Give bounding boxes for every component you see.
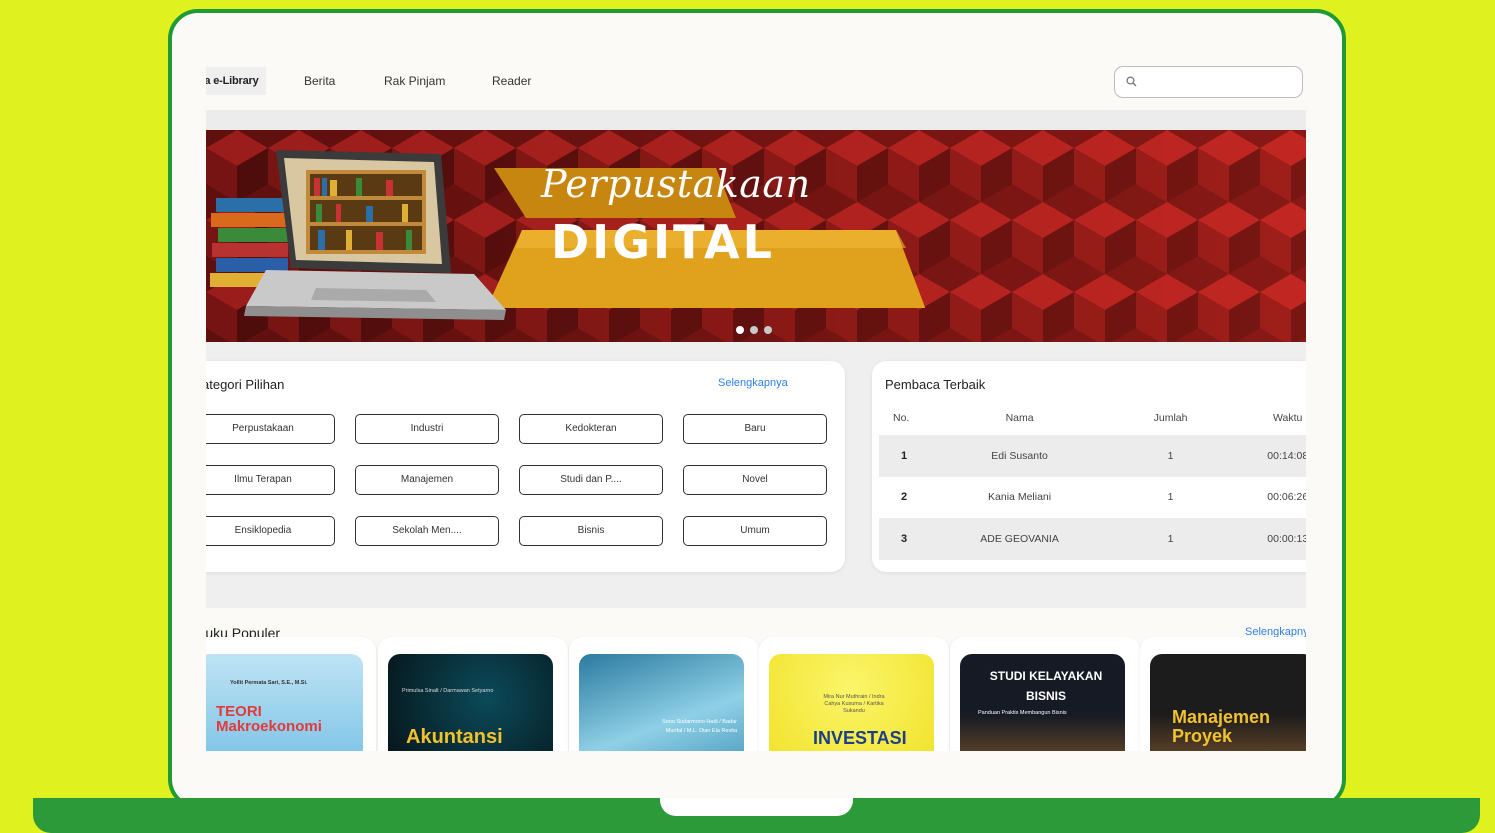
book-cover[interactable]: Primulsa Sinalt / Darmawan Setyarno Akun… (388, 654, 553, 751)
book-title: Akuntansi (406, 726, 503, 748)
col-header-no: No. (893, 412, 910, 424)
carousel-indicators (736, 326, 772, 334)
kategori-card: ategori Pilihan Selengkapnya Perpustakaa… (206, 361, 845, 572)
cell-waktu: 00:00:13 (1243, 518, 1306, 560)
table-header-row: No. Nama Jumlah Waktu (879, 401, 1306, 435)
category-button[interactable]: Industri (355, 414, 499, 444)
kategori-more-link[interactable]: Selengkapnya (718, 377, 788, 389)
table-row: 1 Edi Susanto 1 00:14:08 (879, 435, 1306, 477)
category-button[interactable]: Sekolah Men.... (355, 516, 499, 546)
col-header-nama: Nama (1005, 412, 1034, 424)
category-button[interactable]: Umum (683, 516, 827, 546)
nav-divider-band (206, 110, 1306, 130)
book-author: Yollit Permata Sari, S.E., M.Si. (230, 680, 308, 686)
book-author: Sono Sudarmono Hadi / Badar Murifal / M.… (662, 719, 737, 734)
hero-script-text: Perpustakaan (541, 162, 811, 206)
book-author: Panduan Praktis Membangun Bisnis (978, 710, 1067, 716)
laptop-bookshelf-illustration (210, 150, 506, 320)
category-button[interactable]: Novel (683, 465, 827, 495)
category-button[interactable]: Manajemen (355, 465, 499, 495)
book-cover[interactable]: Manajemen Proyek (1150, 654, 1306, 751)
cell-jumlah: 1 (1167, 491, 1174, 504)
book-title: Manajemen Proyek (1172, 707, 1271, 746)
book-title: TEORI Makroekonomi (216, 703, 322, 735)
search-input[interactable] (1114, 66, 1303, 98)
category-button[interactable]: Ensiklopedia (206, 516, 335, 546)
cell-nama: Kania Meliani (988, 491, 1052, 504)
carousel-dot-3[interactable] (764, 326, 772, 334)
category-button[interactable]: Ilmu Terapan (206, 465, 335, 495)
laptop-screen-frame: ana e-Library Berita Rak Pinjam Reader (168, 9, 1346, 809)
web-page: ana e-Library Berita Rak Pinjam Reader (206, 61, 1306, 751)
cell-waktu: 00:14:08 (1243, 435, 1306, 477)
cell-jumlah: 1 (1097, 518, 1244, 560)
cell-jumlah: 1 (1097, 435, 1244, 477)
top-navbar: ana e-Library Berita Rak Pinjam Reader (206, 61, 1306, 109)
category-button[interactable]: Perpustakaan (206, 414, 335, 444)
cell-nama: Edi Susanto (941, 435, 1098, 477)
laptop-base (33, 798, 1480, 833)
carousel-dot-1[interactable] (736, 326, 744, 334)
category-button[interactable]: Baru (683, 414, 827, 444)
laptop-notch (660, 798, 853, 816)
table-row: 2 Kania Meliani 1 00:06:26 (879, 477, 1306, 519)
category-button[interactable]: Bisnis (519, 516, 663, 546)
col-header-jumlah: Jumlah (1153, 412, 1188, 424)
cell-no: 2 (901, 491, 908, 504)
book-title: INVESTASI (813, 728, 907, 748)
category-button[interactable]: Studi dan P.... (519, 465, 663, 495)
nav-link-berita[interactable]: Berita (304, 74, 335, 88)
nav-link-rak-pinjam[interactable]: Rak Pinjam (384, 74, 445, 88)
book-author: Primulsa Sinalt / Darmawan Setyarno (402, 688, 494, 694)
book-cover[interactable]: Yollit Permata Sari, S.E., M.Si. TEORI M… (206, 654, 363, 751)
book-cover[interactable]: Sono Sudarmono Hadi / Badar Murifal / M.… (579, 654, 744, 751)
search-icon (1126, 76, 1137, 87)
col-header-waktu: Waktu (1273, 412, 1303, 424)
top-readers-table: No. Nama Jumlah Waktu 1 Edi Susanto 1 00… (879, 401, 1306, 560)
book-cover[interactable]: STUDI KELAYAKAN BISNIS Panduan Praktis M… (960, 654, 1125, 751)
hero-title: DIGITAL (551, 215, 775, 269)
book-title: STUDI KELAYAKAN BISNIS (989, 669, 1103, 703)
cell-waktu: 00:06:26 (1267, 491, 1306, 504)
nav-link-reader[interactable]: Reader (492, 74, 531, 88)
pembaca-title: Pembaca Terbaik (885, 377, 986, 392)
book-author: Mira Nur Muthrain / Indra Cahya Kusuma /… (823, 694, 885, 714)
cell-no: 1 (879, 435, 942, 477)
table-row: 3 ADE GEOVANIA 1 00:00:13 (879, 518, 1306, 560)
category-button[interactable]: Kedokteran (519, 414, 663, 444)
book-cover[interactable]: Mira Nur Muthrain / Indra Cahya Kusuma /… (769, 654, 934, 751)
cell-no: 3 (879, 518, 942, 560)
site-brand[interactable]: ana e-Library (206, 67, 267, 95)
kategori-title: ategori Pilihan (206, 377, 285, 392)
hero-carousel[interactable]: Perpustakaan DIGITAL (206, 130, 1306, 342)
cell-nama: ADE GEOVANIA (941, 518, 1098, 560)
pembaca-terbaik-card: Pembaca Terbaik No. Nama Jumlah Waktu 1 … (872, 361, 1306, 572)
carousel-dot-2[interactable] (750, 326, 758, 334)
